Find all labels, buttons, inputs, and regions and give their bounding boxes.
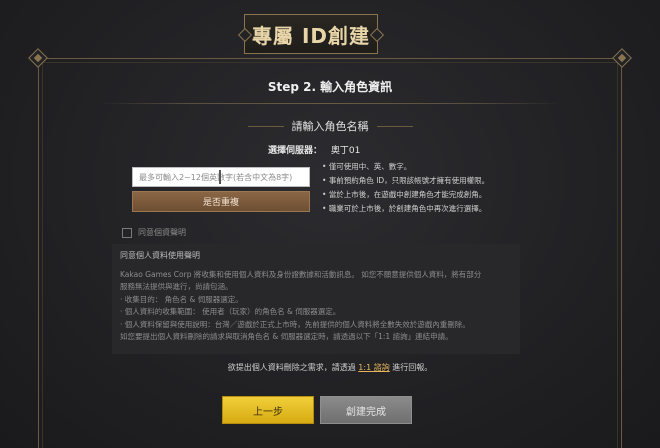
notice-line: · 收集目的： 角色名 & 伺服器選定。 [120, 294, 243, 304]
agree-row[interactable]: 同意個資聲明 [122, 227, 186, 238]
privacy-notice: 同意個人資料使用聲明 Kakao Games Corp 將收集和使用個人資料及身… [112, 244, 520, 354]
support-link[interactable]: 1:1 諮詢 [358, 363, 389, 372]
contact-suffix: 進行回報。 [392, 363, 433, 372]
agree-checkbox[interactable] [122, 227, 132, 238]
step-title: Step 2. 輸入角色資訊 [267, 80, 393, 94]
rule-item: 職業可於上市後，於創建角色中再次進行選擇。 [322, 202, 542, 216]
rule-item: 當於上市後，在遊戲中創建角色才能完成創角。 [322, 188, 542, 202]
contact-prefix: 欲提出個人資料刪除之需求，請透過 [227, 363, 356, 372]
heading-line-right [376, 125, 413, 127]
previous-step-button[interactable]: 上一步 [222, 396, 314, 424]
notice-line: 服務無法提供與進行，尚請包涵。 [120, 282, 233, 291]
agree-checkbox-label[interactable]: 同意個資聲明 [138, 227, 186, 238]
rule-item: 僅可使用中、英、數字。 [322, 160, 542, 174]
duplicate-check-button[interactable]: 是否重複 [132, 191, 310, 212]
text-cursor-icon [219, 170, 221, 184]
notice-line: 如您要提出個人資料刪除的請求與取消角色名 & 伺服器選定時，請透過以下「1:1 … [120, 332, 453, 341]
section-title: 請輸入角色名稱 [291, 120, 369, 133]
contact-line: 欲提出個人資料刪除之需求，請透過 1:1 諮詢 進行回報。 [0, 362, 660, 373]
notice-line: Kakao Games Corp 將收集和使用個人資料及身份證數據和活動訊息。 … [120, 269, 482, 279]
notice-heading: 同意個人資料使用聲明 [120, 251, 200, 260]
server-row: 選擇伺服器： 奧丁01 [268, 143, 360, 156]
server-value: 奧丁01 [330, 146, 361, 156]
heading-line-left [247, 125, 284, 127]
notice-line: · 個人資料保留與使用說明：台灣／遊戲於正式上市時，先前提供的個人資料將全數失效… [120, 319, 470, 329]
character-name-input[interactable] [132, 167, 310, 187]
server-label: 選擇伺服器： [268, 146, 323, 156]
notice-line: · 個人資料的收集範圍： 使用者（玩家）的角色名 & 伺服器選定。 [120, 307, 341, 316]
section-heading: 請輸入角色名稱 [0, 118, 660, 134]
create-complete-button[interactable]: 創建完成 [320, 396, 412, 424]
page-title: 專屬 ID創建 [251, 23, 370, 48]
divider [100, 103, 560, 104]
title-plate: 專屬 ID創建 [244, 14, 378, 54]
rule-item: 事前預約角色 ID，只限該帳號才擁有使用權限。 [322, 174, 542, 188]
name-rules-list: 僅可使用中、英、數字。 事前預約角色 ID，只限該帳號才擁有使用權限。 當於上市… [322, 160, 542, 216]
